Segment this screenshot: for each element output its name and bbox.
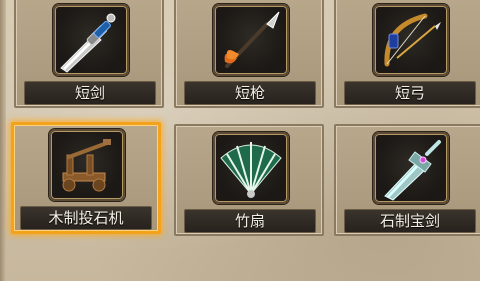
item-label: 木制投石机: [20, 206, 152, 230]
item-label: 短剑: [24, 81, 156, 105]
item-icon-frame: [373, 4, 449, 76]
item-label: 竹扇: [184, 209, 316, 233]
item-slot-wooden-catapult[interactable]: 木制投石机: [11, 122, 161, 234]
item-label: 石制宝剑: [344, 209, 476, 233]
item-slot-bamboo-fan[interactable]: 竹扇: [174, 124, 324, 236]
item-label: 短枪: [184, 81, 316, 105]
item-label: 短弓: [344, 81, 476, 105]
short-bow-icon: [384, 13, 441, 67]
item-slot-short-spear[interactable]: 短枪: [174, 0, 324, 108]
item-icon-frame: [213, 132, 289, 204]
item-icon-frame: [213, 4, 289, 76]
wooden-catapult-icon: [62, 139, 111, 192]
item-icon-frame: [49, 129, 125, 201]
panel-left-edge: [0, 0, 6, 281]
item-slot-short-sword[interactable]: 短剑: [14, 0, 164, 108]
item-grid: 短剑 短枪 短弓 木制投石机 竹扇 石制宝剑: [8, 0, 480, 281]
short-spear-icon: [224, 11, 280, 68]
item-slot-short-bow[interactable]: 短弓: [334, 0, 480, 108]
item-slot-stone-sword[interactable]: 石制宝剑: [334, 124, 480, 236]
item-icon-frame: [53, 4, 129, 76]
item-icon-frame: [373, 132, 449, 204]
short-sword-icon: [60, 13, 116, 73]
bamboo-fan-icon: [220, 142, 282, 198]
stone-sword-icon: [384, 140, 441, 201]
